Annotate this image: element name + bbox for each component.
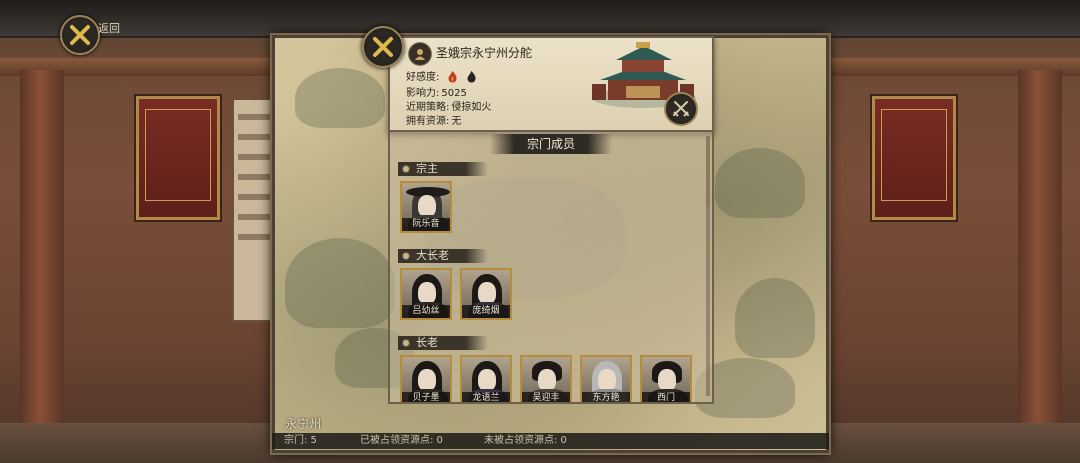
member-card[interactable]: 东方艳: [580, 355, 632, 402]
occupied-resources: 已被占领资源点: 0: [360, 435, 443, 446]
influence-row: 影响力: 5025: [406, 84, 467, 99]
member-card[interactable]: 阮乐音: [400, 181, 452, 233]
members-title: 宗门成员: [490, 134, 612, 154]
pillar-right: [1018, 70, 1062, 463]
member-card[interactable]: 吴迎丰: [520, 355, 572, 402]
member-card[interactable]: 龙语兰: [460, 355, 512, 402]
member-name: 贝子墨: [402, 392, 450, 402]
favor-row: 好感度:: [406, 68, 478, 84]
sect-info-panel: 圣娥宗永宁州分舵 好感度: 影响力: 5025 近期策略: 侵掠如火 拥有资源: 无: [388, 36, 714, 134]
roof: [0, 0, 1080, 38]
flame-dark-icon: [467, 70, 476, 83]
sect-name: 圣娥宗永宁州分舵: [436, 46, 533, 60]
resources-value: 无: [451, 116, 462, 127]
members-scrollbar[interactable]: [706, 136, 710, 396]
member-name: 阮乐音: [402, 218, 450, 231]
flame-red-icon: [448, 70, 457, 83]
resources-label: 拥有资源:: [406, 116, 450, 127]
favor-label: 好感度:: [406, 72, 440, 83]
member-name: 龙语兰: [462, 392, 510, 402]
member-name: 西门: [642, 392, 690, 402]
member-name: 吕幼丝: [402, 305, 450, 318]
back-label: 返回: [98, 22, 120, 35]
close-icon: [373, 37, 393, 57]
pillar-left: [20, 70, 64, 463]
close-button[interactable]: [362, 26, 404, 68]
sect-emblem-icon: [408, 42, 432, 66]
strategy-row: 近期策略: 侵掠如火: [406, 98, 491, 113]
rank-header-grand-elder: 大长老: [398, 249, 488, 263]
member-card[interactable]: 庞绮烟: [460, 268, 512, 320]
region-name: 永宁州: [285, 417, 322, 431]
member-name: 东方艳: [582, 392, 630, 402]
crossed-swords-icon: [673, 101, 689, 117]
member-card[interactable]: 吕幼丝: [400, 268, 452, 320]
banner-left: [136, 96, 220, 220]
member-card[interactable]: 西门: [640, 355, 692, 402]
rank-header-leader: 宗主: [398, 162, 488, 176]
back-button[interactable]: [60, 15, 100, 55]
member-card[interactable]: 贝子墨: [400, 355, 452, 402]
rank-header-elder: 长老: [398, 336, 488, 350]
crossed-swords-icon: [70, 25, 90, 45]
resources-row: 拥有资源: 无: [406, 112, 461, 127]
attack-button[interactable]: [664, 92, 698, 126]
banner-right: [872, 96, 956, 220]
member-name: 庞绮烟: [462, 305, 510, 318]
sect-count: 宗门: 5: [284, 435, 317, 446]
status-bar: 宗门: 5 已被占领资源点: 0 未被占领资源点: 0: [272, 433, 829, 449]
unoccupied-resources: 未被占领资源点: 0: [484, 435, 567, 446]
sect-members-panel[interactable]: 宗门成员 宗主 阮乐音 大长老 吕幼丝 庞绮烟 长老 贝子墨 龙语兰 吴迎丰 东…: [388, 130, 714, 404]
member-name: 吴迎丰: [522, 392, 570, 402]
